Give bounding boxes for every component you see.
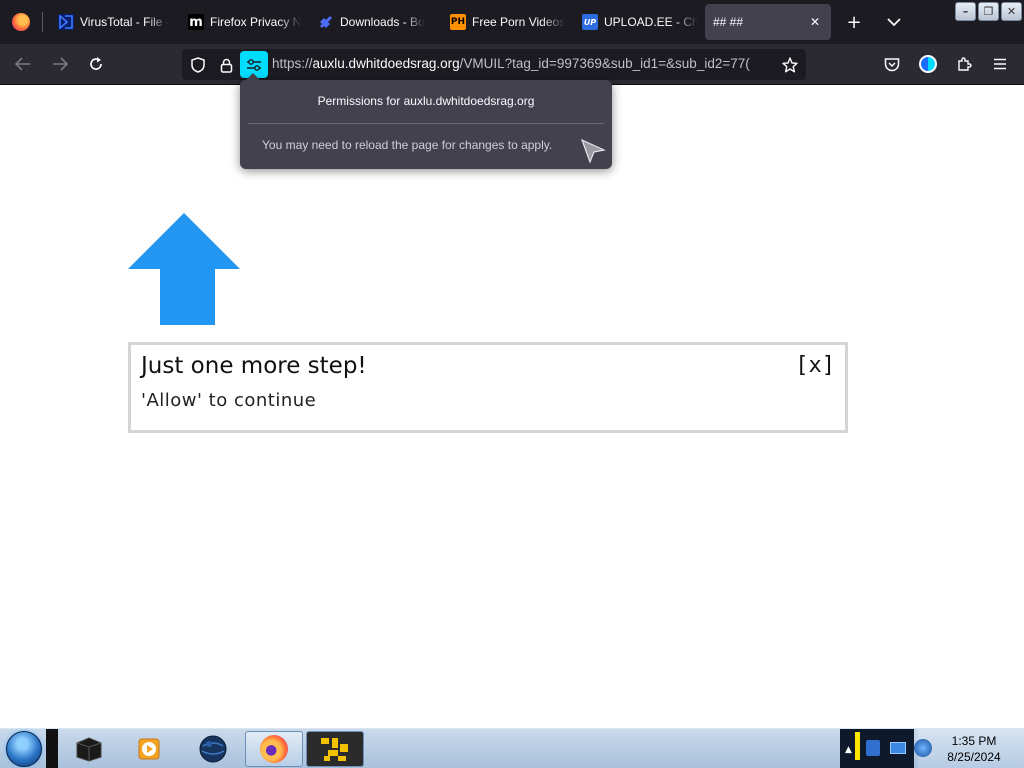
tab-label: Firefox Privacy N bbox=[210, 15, 302, 29]
account-avatar-icon bbox=[919, 55, 937, 73]
prompt-title: Just one more step! bbox=[141, 353, 367, 379]
navigation-toolbar: https://auxlu.dwhitdoedsrag.org/VMUIL?ta… bbox=[0, 44, 1024, 85]
virustotal-icon bbox=[58, 14, 74, 30]
tab-label: VirusTotal - File - bbox=[80, 15, 170, 29]
clock-date: 8/25/2024 bbox=[947, 750, 1001, 764]
forward-arrow-icon bbox=[53, 57, 68, 71]
firefox-logo-icon bbox=[12, 13, 30, 31]
media-player-icon bbox=[138, 738, 160, 760]
back-button[interactable] bbox=[9, 50, 37, 78]
url-text[interactable]: https://auxlu.dwhitdoedsrag.org/VMUIL?ta… bbox=[272, 56, 772, 71]
firefox-view-button[interactable] bbox=[4, 6, 38, 38]
reload-icon bbox=[90, 57, 102, 70]
url-path: /VMUIL?tag_id=997369&sub_id1=&sub_id2=77… bbox=[459, 56, 750, 71]
clock-time: 1:35 PM bbox=[951, 734, 997, 748]
window-controls: – ❐ ✕ bbox=[955, 2, 1022, 21]
url-host: auxlu.dwhitdoedsrag.org bbox=[312, 56, 460, 71]
new-tab-button[interactable]: + bbox=[840, 8, 868, 36]
taskbar-item-app1[interactable] bbox=[60, 731, 118, 767]
black-box-icon bbox=[76, 737, 102, 762]
bookmark-star-icon[interactable] bbox=[778, 53, 802, 77]
tray-network-icon[interactable] bbox=[890, 742, 906, 754]
tray-expand-icon[interactable]: ▲ bbox=[845, 745, 852, 755]
tray-app-icon[interactable] bbox=[866, 740, 880, 756]
upload-ee-icon: UP bbox=[582, 14, 598, 30]
tab-label: UPLOAD.EE - Ch bbox=[604, 15, 698, 29]
taskbar-clock[interactable]: 1:35 PM 8/25/2024 bbox=[924, 733, 1024, 765]
allow-prompt-box: Just one more step! 'Allow' to continue … bbox=[128, 342, 848, 433]
taskbar-black-strip bbox=[46, 729, 58, 768]
extensions-button[interactable] bbox=[950, 50, 978, 78]
puzzle-icon bbox=[318, 14, 334, 30]
mouse-cursor-icon bbox=[580, 138, 606, 164]
permissions-popup: Permissions for auxlu.dwhitdoedsrag.org … bbox=[240, 73, 612, 169]
popup-title: Permissions for auxlu.dwhitdoedsrag.org bbox=[317, 94, 535, 108]
account-button[interactable] bbox=[914, 50, 942, 78]
pocket-icon bbox=[884, 57, 900, 71]
restore-button[interactable]: ❐ bbox=[978, 2, 999, 21]
windows-start-orb-icon bbox=[6, 731, 42, 767]
globe-icon bbox=[199, 735, 227, 763]
taskbar-item-firefox[interactable] bbox=[245, 731, 303, 767]
taskbar: ▲ 1:35 PM 8/25/2024 bbox=[0, 728, 1024, 768]
tab-divider bbox=[42, 12, 43, 32]
screen: VirusTotal - File - m Firefox Privacy N … bbox=[0, 0, 1024, 768]
tab-strip: VirusTotal - File - m Firefox Privacy N … bbox=[0, 0, 1024, 44]
start-button[interactable] bbox=[2, 730, 46, 768]
tab-active[interactable]: ## ## ✕ bbox=[705, 4, 831, 40]
hamburger-menu-icon bbox=[994, 58, 1006, 70]
pocket-button[interactable] bbox=[878, 50, 906, 78]
firefox-taskbar-icon bbox=[260, 735, 288, 763]
list-all-tabs-button[interactable] bbox=[880, 8, 908, 36]
prompt-close-button[interactable]: [x] bbox=[795, 353, 835, 378]
url-prefix: https:// bbox=[272, 56, 313, 71]
back-arrow-icon bbox=[15, 57, 30, 71]
permissions-sliders-icon bbox=[247, 58, 261, 71]
taskbar-item-globe[interactable] bbox=[184, 731, 242, 767]
prompt-subtitle: 'Allow' to continue bbox=[141, 390, 317, 411]
puzzle-extensions-icon bbox=[958, 57, 972, 71]
popup-separator bbox=[248, 123, 604, 124]
yellow-pieces-icon bbox=[321, 738, 348, 761]
tab-label: Downloads - Bo bbox=[340, 15, 425, 29]
up-arrow-icon bbox=[128, 213, 240, 325]
tab-firefox-privacy[interactable]: m Firefox Privacy N bbox=[180, 4, 304, 40]
url-bar[interactable]: https://auxlu.dwhitdoedsrag.org/VMUIL?ta… bbox=[182, 49, 806, 80]
tab-label: ## ## bbox=[713, 15, 744, 29]
lock-icon[interactable] bbox=[214, 53, 238, 77]
popup-message: You may need to reload the page for chan… bbox=[262, 138, 553, 152]
taskbar-item-folder-app[interactable] bbox=[306, 731, 364, 767]
tab-label: Free Porn Videos bbox=[472, 15, 566, 29]
forward-button[interactable] bbox=[46, 50, 74, 78]
close-window-button[interactable]: ✕ bbox=[1001, 2, 1022, 21]
tray-yellow-bar bbox=[855, 732, 860, 760]
tab-upload-ee[interactable]: UP UPLOAD.EE - Ch bbox=[574, 4, 698, 40]
tab-downloads[interactable]: Downloads - Bo bbox=[310, 4, 434, 40]
reload-button[interactable] bbox=[82, 50, 110, 78]
ph-icon: PH bbox=[450, 14, 466, 30]
minimize-button[interactable]: – bbox=[955, 2, 976, 21]
chevron-down-icon bbox=[887, 17, 901, 26]
popup-arrow bbox=[246, 73, 260, 80]
app-menu-button[interactable] bbox=[986, 50, 1014, 78]
taskbar-item-media-player[interactable] bbox=[120, 731, 178, 767]
tab-ph[interactable]: PH Free Porn Videos bbox=[442, 4, 566, 40]
close-tab-icon[interactable]: ✕ bbox=[807, 14, 823, 30]
tracking-protection-shield-icon[interactable] bbox=[186, 53, 210, 77]
tab-virustotal[interactable]: VirusTotal - File - bbox=[50, 4, 174, 40]
mozilla-m-icon: m bbox=[188, 14, 204, 30]
